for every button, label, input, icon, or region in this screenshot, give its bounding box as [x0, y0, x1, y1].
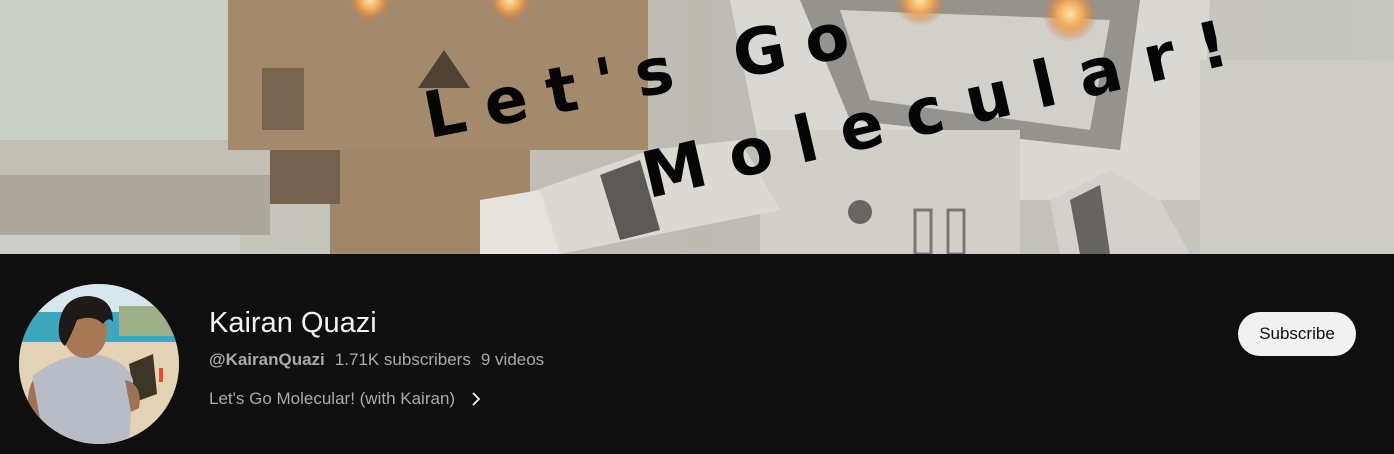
channel-name: Kairan Quazi — [209, 307, 377, 339]
chevron-right-icon[interactable] — [469, 390, 483, 408]
channel-description[interactable]: Let's Go Molecular! (with Kairan) — [209, 388, 483, 410]
channel-description-text: Let's Go Molecular! (with Kairan) — [209, 389, 456, 408]
subscribe-button[interactable]: Subscribe — [1238, 312, 1356, 356]
subscriber-count: 1.71K subscribers — [334, 350, 471, 369]
channel-handle: @KairanQuazi — [209, 350, 325, 369]
avatar[interactable] — [19, 284, 179, 444]
channel-meta: @KairanQuazi 1.71K subscribers 9 videos — [209, 349, 544, 371]
avatar-photo — [19, 284, 179, 444]
channel-header: Kairan Quazi @KairanQuazi 1.71K subscribe… — [0, 254, 1394, 454]
video-count: 9 videos — [480, 350, 545, 369]
channel-banner: Let's Go Molecular! — [0, 0, 1394, 254]
